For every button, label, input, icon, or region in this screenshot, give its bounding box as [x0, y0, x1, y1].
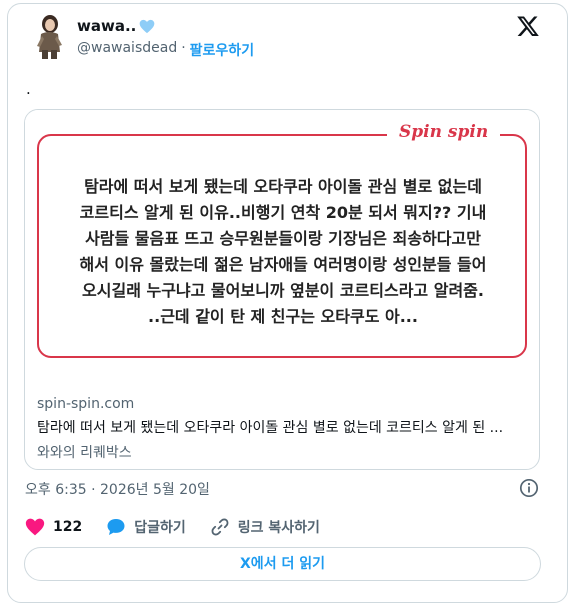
copy-link-label: 링크 복사하기	[237, 520, 320, 536]
info-icon[interactable]	[519, 478, 539, 498]
reply-label: 답글하기	[134, 520, 186, 536]
read-more-button[interactable]: X에서 더 읽기	[24, 547, 541, 581]
x-logo-icon[interactable]	[516, 14, 540, 38]
link-domain[interactable]: spin-spin.com	[37, 396, 533, 412]
avatar[interactable]	[29, 12, 69, 60]
link-preview-card[interactable]: Spin spin 탐라에 떠서 보게 됐는데 오타쿠라 아이돌 관심 별로 없…	[24, 109, 540, 470]
link-description: 와와의 리퀘박스	[37, 445, 132, 461]
like-count: 122	[53, 519, 83, 535]
link-title[interactable]: 탐라에 떠서 보게 됐는데 오타쿠라 아이돌 관심 별로 없는데 코르티스 알게…	[37, 417, 533, 437]
blue-heart-icon	[140, 19, 155, 33]
handle-row: @wawaisdead · 팔로우하기	[77, 40, 254, 60]
tweet-timestamp[interactable]: 오후 6:35 · 2026년 5월 20일	[25, 479, 210, 499]
link-icon	[211, 518, 229, 536]
spin-spin-logo: Spin spin	[387, 122, 501, 142]
separator: ·	[181, 40, 186, 56]
like-button[interactable]: 122	[25, 517, 82, 537]
user-name-row[interactable]: wawa..	[77, 17, 155, 35]
user-handle[interactable]: @wawaisdead	[77, 40, 177, 60]
preview-excerpt: 탐라에 떠서 보게 됐는데 오타쿠라 아이돌 관심 별로 없는데 코르티스 알게…	[79, 177, 487, 326]
display-name[interactable]: wawa..	[77, 17, 136, 35]
action-bar: 122 답글하기 링크 복사하기	[25, 517, 344, 537]
tweet-text: .	[26, 80, 31, 98]
heart-icon	[25, 518, 45, 536]
speech-bubble-icon	[107, 519, 125, 535]
link-preview-image[interactable]: Spin spin 탐라에 떠서 보게 됐는데 오타쿠라 아이돌 관심 별로 없…	[25, 110, 539, 380]
copy-link-button[interactable]: 링크 복사하기	[210, 517, 320, 537]
reply-button[interactable]: 답글하기	[106, 517, 186, 537]
follow-button[interactable]: 팔로우하기	[190, 40, 254, 60]
link-meta[interactable]: spin-spin.com 탐라에 떠서 보게 됐는데 오타쿠라 아이돌 관심 …	[37, 396, 533, 462]
